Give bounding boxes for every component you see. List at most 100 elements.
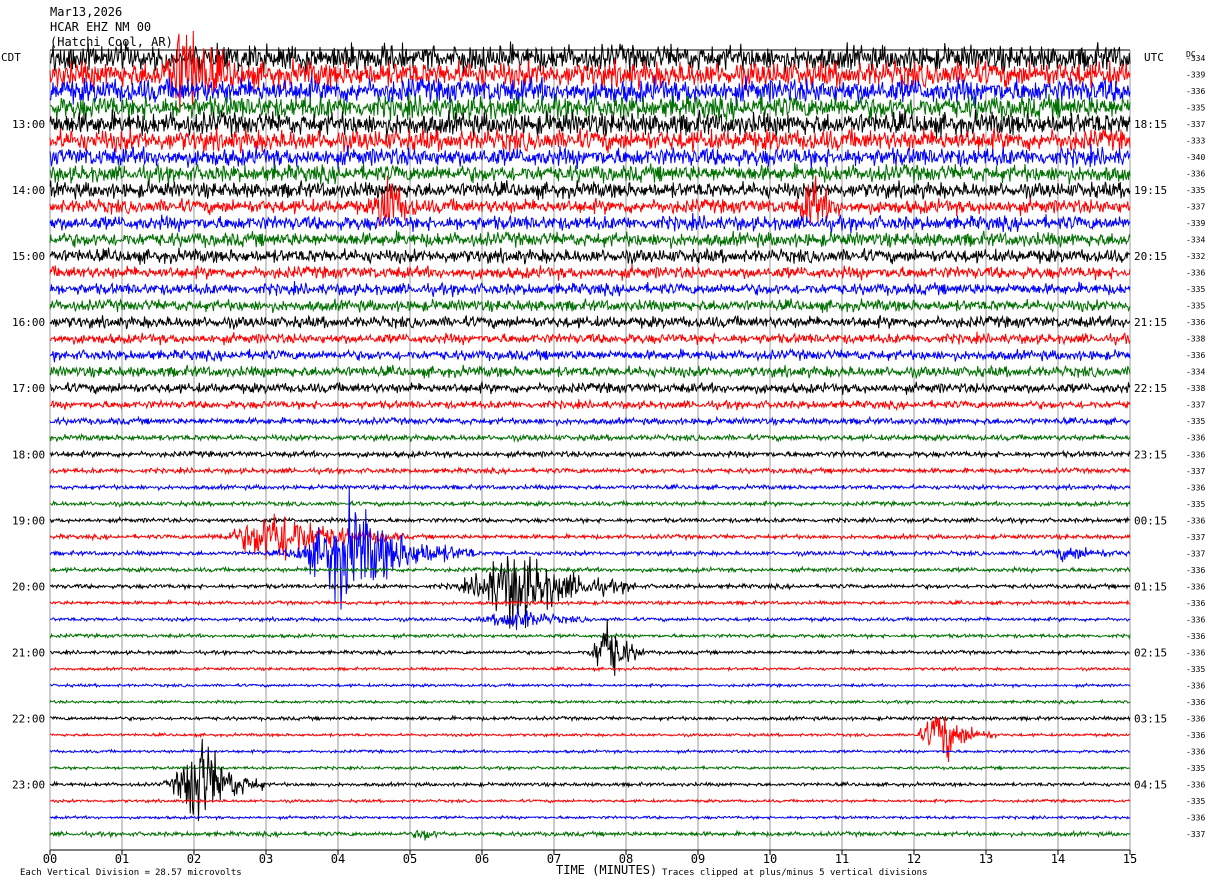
dc-offset-label: -337 [1186, 549, 1205, 558]
dc-offset-label: -333 [1186, 137, 1205, 146]
dc-offset-label: -336 [1186, 599, 1205, 608]
record-date: Mar13,2026 [50, 5, 122, 19]
trace-line [49, 499, 1131, 508]
trace-line [49, 698, 1131, 706]
utc-hour-label: 20:15 [1134, 250, 1167, 263]
dc-offset-label: -338 [1186, 384, 1205, 393]
dc-offset-label: -337 [1186, 401, 1205, 410]
cdt-hour-label: 18:00 [12, 448, 45, 461]
utc-hour-label: 22:15 [1134, 382, 1167, 395]
dc-offset-label: -334 [1186, 368, 1205, 377]
utc-hour-label: 19:15 [1134, 184, 1167, 197]
cdt-hour-label: 15:00 [12, 250, 45, 263]
dc-offset-label: -336 [1186, 566, 1205, 575]
dc-offset-label: -337 [1186, 830, 1205, 839]
utc-hour-label: 01:15 [1134, 580, 1167, 593]
x-tick-label: 06 [475, 852, 489, 866]
dc-offset-label: -340 [1186, 153, 1205, 162]
utc-hour-label: 18:15 [1134, 118, 1167, 131]
dc-offset-label: -336 [1186, 516, 1205, 525]
utc-hour-label: 04:15 [1134, 778, 1167, 791]
dc-offset-label: -336 [1186, 698, 1205, 707]
dc-offset-label: -336 [1186, 648, 1205, 657]
cdt-hour-label: 14:00 [12, 184, 45, 197]
dc-offset-label: -336 [1186, 87, 1205, 96]
scale-label: Each Vertical Division = [20, 868, 151, 878]
trace-line [49, 748, 1131, 755]
trace-line [49, 632, 1131, 641]
trace-line [49, 415, 1131, 428]
dc-offset-label: -337 [1186, 467, 1205, 476]
x-axis-title: TIME (MINUTES) [556, 863, 657, 877]
dc-offset-label: -337 [1186, 120, 1205, 129]
trace-line [49, 247, 1131, 265]
x-tick-label: 12 [907, 852, 921, 866]
x-tick-label: 10 [763, 852, 777, 866]
trace-line [49, 555, 1131, 629]
trace-line [49, 230, 1131, 249]
trace-line [49, 619, 1131, 676]
dc-offset-label: -336 [1186, 747, 1205, 756]
utc-hour-labels: 18:15 19:15 20:15 21:15 22:15 23:15 00:15 01:15… [1134, 118, 1167, 791]
dc-offset-labels: -334 -339 -336 -335 -337 -333 -340 -336 -335 -337… [1186, 54, 1205, 839]
x-tick-label: 05 [403, 852, 417, 866]
trace-line [49, 482, 1131, 492]
trace-line [49, 264, 1131, 281]
trace-line [49, 565, 1131, 575]
trace-line [49, 347, 1131, 363]
dc-offset-label: -335 [1186, 104, 1205, 113]
dc-offset-label: -336 [1186, 434, 1205, 443]
trace-line [49, 598, 1131, 607]
cdt-hour-label: 17:00 [12, 382, 45, 395]
trace-line [49, 175, 1131, 227]
dc-offset-label: -337 [1186, 533, 1205, 542]
trace-line [49, 297, 1131, 314]
dc-offset-label: -336 [1186, 170, 1205, 179]
dc-offset-label: -336 [1186, 351, 1205, 360]
dc-offset-label: -336 [1186, 318, 1205, 327]
x-tick-label: 14 [1051, 852, 1065, 866]
cdt-hour-label: 22:00 [12, 712, 45, 725]
dc-offset-label: -335 [1186, 500, 1205, 509]
dc-offset-label: -336 [1186, 714, 1205, 723]
utc-hour-label: 00:15 [1134, 514, 1167, 527]
trace-line [49, 714, 1131, 723]
trace-line [49, 466, 1131, 476]
trace-line [49, 682, 1131, 689]
x-tick-label: 03 [259, 852, 273, 866]
trace-line [49, 380, 1131, 395]
trace-line [49, 607, 1131, 631]
helicorder-plot: Mar13,2026 HCAR EHZ NM 00 (Hatchi Cool, … [1, 5, 1205, 878]
dc-offset-label: -339 [1186, 219, 1205, 228]
x-tick-label: 09 [691, 852, 705, 866]
trace-line [49, 829, 1131, 841]
dc-offset-label: -336 [1186, 582, 1205, 591]
trace-line [49, 212, 1131, 234]
utc-hour-label: 23:15 [1134, 448, 1167, 461]
x-tick-label: 02 [187, 852, 201, 866]
dc-offset-label: -334 [1186, 54, 1205, 63]
dc-offset-label: -334 [1186, 236, 1205, 245]
dc-offset-label: -337 [1186, 203, 1205, 212]
trace-line [49, 180, 1131, 201]
trace-line [49, 486, 1131, 610]
station-location: (Hatchi Cool, AR) [50, 35, 173, 49]
left-timezone-label: CDT [1, 51, 21, 64]
cdt-hour-label: 19:00 [12, 514, 45, 527]
dc-offset-label: -335 [1186, 797, 1205, 806]
x-tick-label: 01 [115, 852, 129, 866]
dc-offset-label: -336 [1186, 269, 1205, 278]
x-tick-label: 00 [43, 852, 57, 866]
dc-offset-label: -335 [1186, 764, 1205, 773]
cdt-hour-label: 23:00 [12, 778, 45, 791]
dc-offset-label: -335 [1186, 665, 1205, 674]
cdt-hour-label: 20:00 [12, 580, 45, 593]
utc-hour-label: 21:15 [1134, 316, 1167, 329]
trace-line [49, 716, 1131, 763]
seismic-traces [49, 30, 1131, 841]
dc-offset-label: -336 [1186, 813, 1205, 822]
trace-line [49, 281, 1131, 298]
cdt-hour-label: 16:00 [12, 316, 45, 329]
dc-offset-label: -338 [1186, 335, 1205, 344]
dc-offset-label: -336 [1186, 483, 1205, 492]
